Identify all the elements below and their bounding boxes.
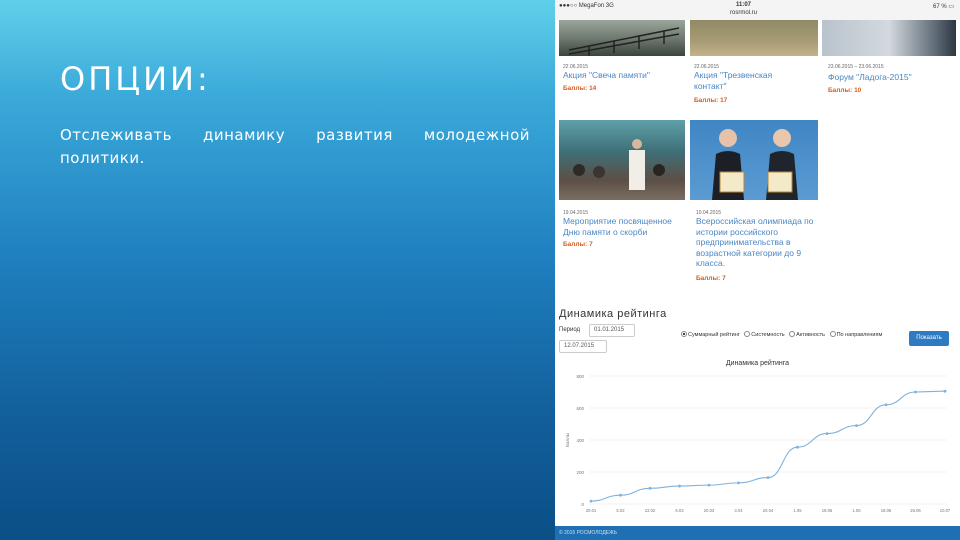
rating-data-point [825,432,829,435]
event-photo[interactable] [690,120,818,200]
event-score: Баллы: 10 [828,87,862,94]
radio-icon [789,331,796,337]
event-photo[interactable] [559,120,685,200]
x-tick-label: 1.06 [852,508,861,513]
rating-data-point [619,493,622,497]
x-tick-label: 26.06 [910,508,921,513]
option-activity[interactable]: Активность [789,331,825,338]
radio-icon [829,331,836,337]
y-tick-label: 0 [581,502,584,507]
radio-selected-icon [681,331,687,337]
x-tick-label: 6.03 [675,508,684,513]
event-card[interactable]: 22.06.2015 Акция "Трезвенская контакт" Б… [690,20,818,108]
y-tick-label: 400 [576,438,584,443]
y-tick-label: 200 [576,470,584,475]
x-tick-label: 3.04 [734,508,743,513]
event-score: Баллы: 7 [696,275,726,282]
rating-data-point [766,476,770,479]
x-tick-label: 1.05 [793,508,802,513]
app-screenshot: ●●●○○ MegaFon 3G 11:07 rosrmol.ru 67 % ▭… [555,0,960,540]
option-total[interactable]: Суммарный рейтинг [681,331,740,338]
event-card[interactable]: 23.06.2015 – 23.06.2015 Форум "Ладога-20… [822,20,956,100]
event-title[interactable]: Мероприятие посвященное Дню памяти о ско… [563,216,685,237]
date-from-input[interactable]: 01.01.2015 [589,324,635,337]
option-directions[interactable]: По направлениям [829,331,882,338]
y-tick-label: 800 [576,374,584,379]
rating-data-point [855,424,858,427]
rating-chart: Динамика рейтинга 0 200 400 600 800 Баллы 20.0… [555,352,960,524]
rating-data-point [943,389,947,393]
rating-data-point [678,484,681,488]
status-url: rosrmol.ru [730,10,758,16]
event-score: Баллы: 17 [694,97,728,104]
rating-data-point [589,499,593,503]
slide-body-text: Отслеживать динамику развития молодежной… [60,126,530,167]
event-card[interactable]: 19.04.2015 Мероприятие посвященное Дню п… [559,120,687,250]
rating-data-point [796,445,799,449]
option-system[interactable]: Системность [744,331,785,338]
rating-options: Суммарный рейтинг Системность Активность… [681,331,901,340]
event-photo[interactable] [690,20,818,56]
period-label: Период [559,327,581,333]
footer-bar: © 2015 РОСМОЛОДЕЖЬ [555,526,960,540]
status-bar: ●●●○○ MegaFon 3G 11:07 rosrmol.ru 67 % ▭ [555,0,960,20]
event-title[interactable]: Всероссийская олимпиада по истории росси… [696,216,814,269]
x-tick-label: 22.02 [645,508,656,513]
event-score: Баллы: 14 [563,85,597,92]
x-tick-label: 20.04 [763,508,774,513]
event-date: 23.06.2015 – 23.06.2015 [828,64,884,70]
rating-data-point [884,403,888,407]
event-title[interactable]: Акция "Свеча памяти" [563,70,683,81]
x-tick-label: 20.01 [586,508,597,513]
rating-chart-svg: 0 200 400 600 800 Баллы 20.01 5.02 22.02 6.03 20.0… [565,374,951,513]
event-photo[interactable] [822,20,956,56]
carrier-signal: ●●●○○ MegaFon 3G [559,3,614,9]
event-title[interactable]: Акция "Трезвенская контакт" [694,70,794,91]
status-time: 11:07 [736,2,752,8]
x-tick-label: 18.06 [881,508,892,513]
event-photo[interactable] [559,20,685,56]
rating-section-title: Динамика рейтинга [559,308,667,320]
rating-series-line [590,390,946,502]
rating-data-point [914,390,917,394]
rating-data-point [707,483,711,487]
slide-title: ОПЦИИ: [60,60,211,98]
chart-title: Динамика рейтинга [725,360,790,367]
y-axis-label: Баллы [565,433,570,447]
event-score: Баллы: 7 [563,241,593,248]
fence-photo-icon [568,27,680,56]
radio-icon [744,331,751,337]
students-photo-icon [712,129,798,200]
event-card[interactable]: 10.04.2015 Всероссийская олимпиада по ис… [690,120,820,290]
show-button[interactable]: Показать [909,331,949,346]
rating-data-point [737,481,740,485]
x-tick-label: 5.02 [616,508,625,513]
y-tick-label: 600 [576,406,584,411]
x-tick-label: 10.07 [940,508,951,513]
status-time-block: 11:07 rosrmol.ru [730,1,757,17]
x-tick-label: 20.03 [704,508,715,513]
event-card[interactable]: 22.06.2015 Акция "Свеча памяти" Баллы: 1… [559,20,687,100]
crowd-photo-icon [573,139,665,190]
x-tick-label: 18.05 [822,508,833,513]
event-title[interactable]: Форум "Ладога-2015" [828,72,952,83]
rating-data-point [648,486,652,490]
battery-indicator: 67 % ▭ [932,4,954,10]
